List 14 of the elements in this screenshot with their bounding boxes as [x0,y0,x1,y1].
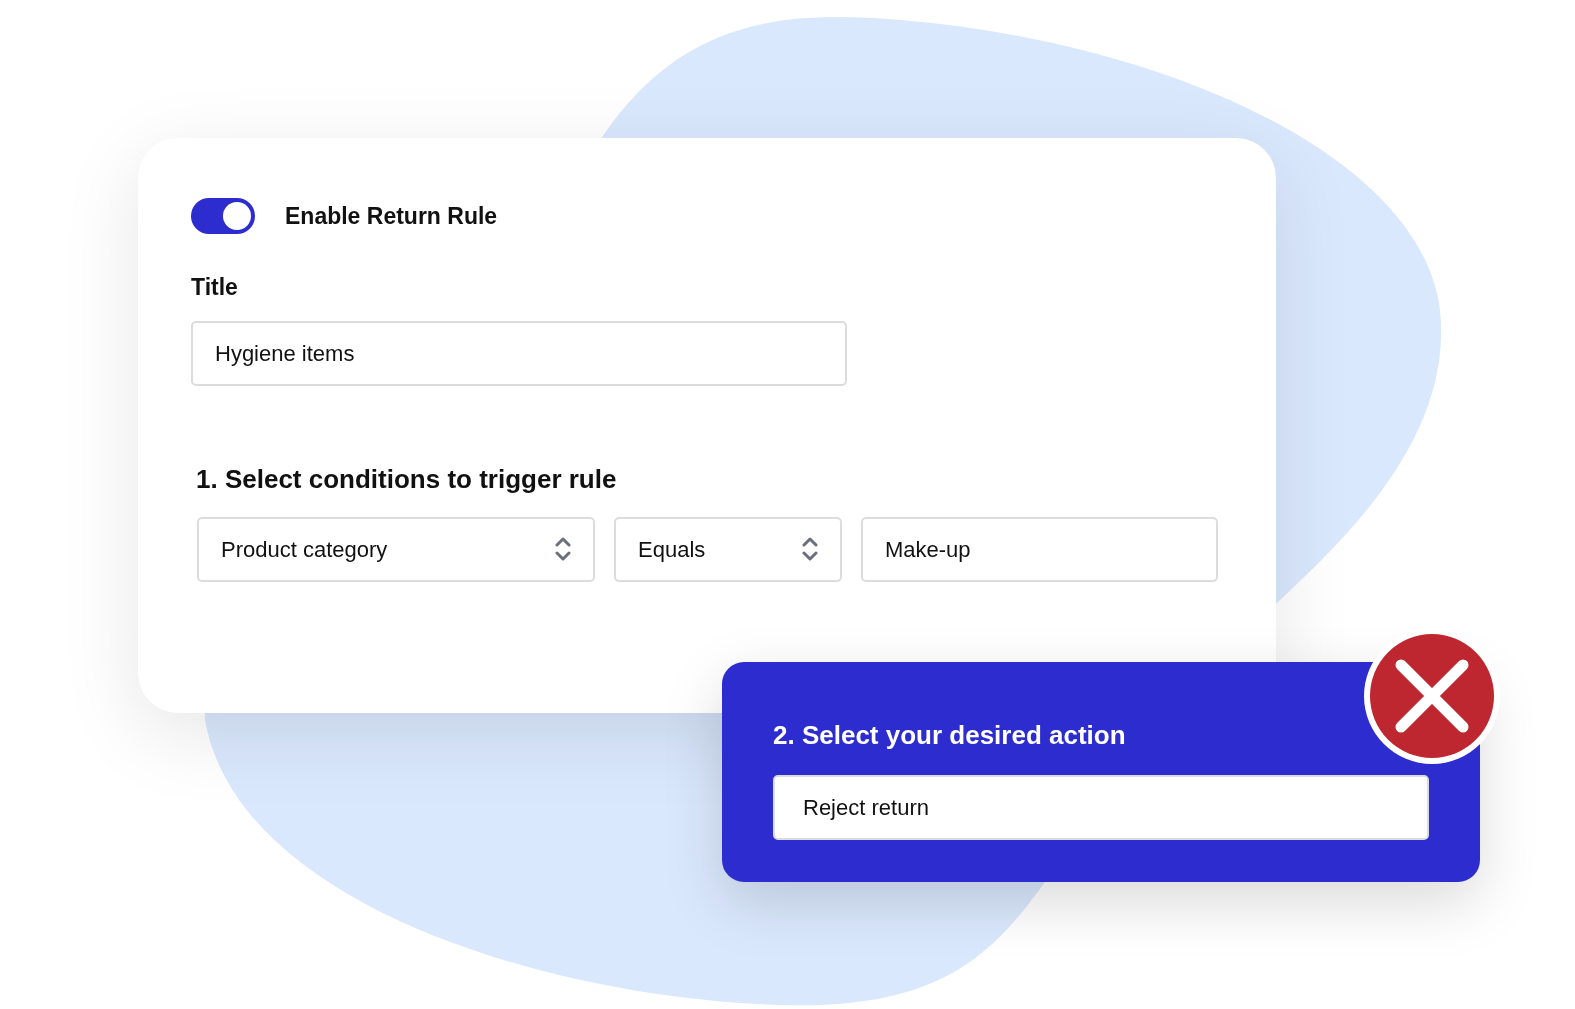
select-field[interactable]: Product category [197,516,595,582]
select-value: Product category [221,535,388,564]
toggle-switch[interactable] [191,198,255,234]
input-field[interactable]: Make-up [861,516,1218,582]
title-field[interactable]: Hygiene items [191,320,847,386]
select-field[interactable]: Equals [614,516,842,582]
chevron-updown-icon [555,536,571,562]
section-heading: 1. Select conditions to trigger rule [196,462,618,496]
chevron-updown-icon [802,536,818,562]
section-heading: 2. Select your desired action [773,719,1127,752]
select-value: Equals [638,535,706,564]
toggle-label: Enable Return Rule [285,201,498,231]
action-field[interactable]: Reject return [773,775,1429,840]
field-label: Title [191,273,239,302]
